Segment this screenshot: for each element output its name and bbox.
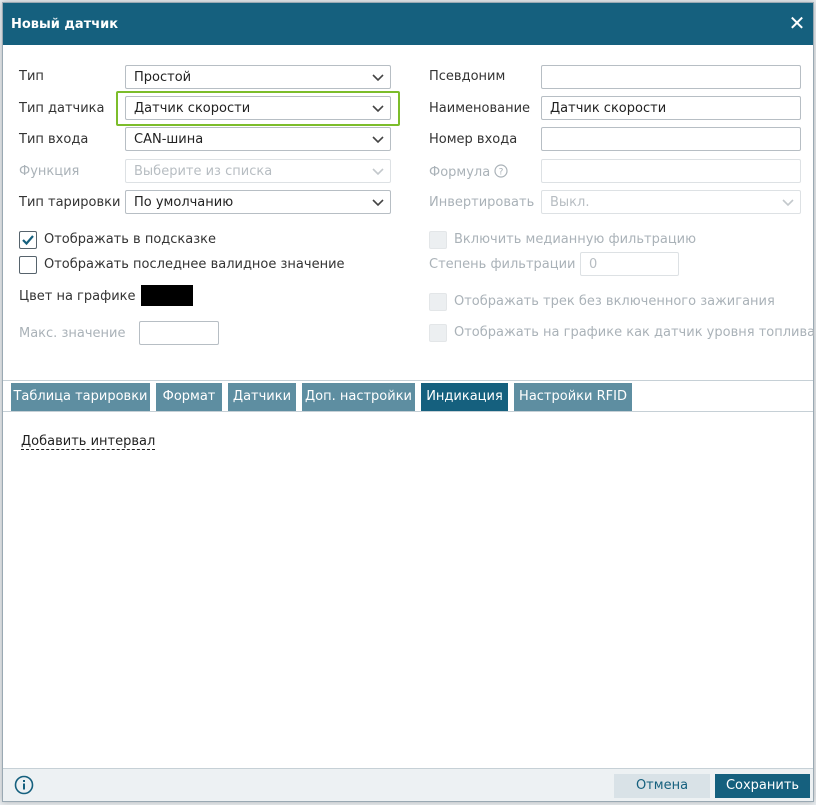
chevron-down-icon	[782, 199, 794, 207]
chevron-down-icon	[372, 168, 384, 176]
input-type-select[interactable]: CAN-шина	[125, 127, 391, 151]
show-last-valid-label: Отображать последнее валидное значение	[44, 257, 345, 272]
sensor-type-highlight	[116, 91, 400, 126]
fuel-level-graph-checkbox	[429, 324, 447, 342]
name-label: Наименование	[429, 101, 531, 116]
chevron-down-icon	[372, 199, 384, 207]
sensor-type-label: Тип датчика	[19, 101, 105, 116]
alias-label: Псевдоним	[429, 69, 506, 84]
input-number-input[interactable]	[541, 127, 801, 151]
function-label: Функция	[19, 164, 80, 179]
function-select-value: Выберите из списка	[134, 164, 273, 179]
help-icon[interactable]: ?	[494, 164, 508, 178]
name-input-value: Датчик скорости	[550, 101, 667, 116]
new-sensor-dialog: Новый датчик ✕ Тип Простой Тип датчика Д…	[2, 2, 816, 802]
tab-format[interactable]: Формат	[156, 383, 222, 411]
checkmark-icon	[22, 235, 34, 246]
alias-input[interactable]	[541, 65, 801, 89]
add-interval-link[interactable]: Добавить интервал	[21, 434, 156, 450]
dialog-footer: Отмена Сохранить	[3, 768, 813, 801]
formula-label: Формула?	[429, 164, 508, 180]
calibration-type-label: Тип тарировки	[19, 195, 121, 210]
calibration-type-select[interactable]: По умолчанию	[125, 190, 391, 214]
formula-input	[541, 159, 801, 183]
max-value-label: Макс. значение	[19, 326, 126, 341]
show-in-tooltip-checkbox[interactable]	[19, 231, 37, 249]
invert-select: Выкл.	[541, 190, 801, 214]
tab-sensors[interactable]: Датчики	[228, 383, 296, 411]
input-type-select-value: CAN-шина	[134, 132, 204, 147]
cancel-button[interactable]: Отмена	[614, 774, 710, 798]
tab-indication[interactable]: Индикация	[421, 383, 508, 411]
track-no-ignition-label: Отображать трек без включенного зажигани…	[454, 294, 775, 309]
tab-content: Добавить интервал	[3, 412, 813, 769]
filter-degree-label: Степень фильтрации	[429, 257, 576, 272]
type-select[interactable]: Простой	[125, 65, 391, 89]
svg-text:?: ?	[499, 168, 504, 178]
graph-color-swatch[interactable]	[141, 285, 193, 306]
show-last-valid-checkbox[interactable]	[19, 256, 37, 274]
chevron-down-icon	[372, 74, 384, 82]
input-type-label: Тип входа	[19, 132, 89, 147]
max-value-input[interactable]	[139, 321, 219, 345]
median-filter-checkbox	[429, 231, 447, 249]
close-icon[interactable]: ✕	[787, 13, 807, 33]
dialog-title: Новый датчик	[11, 17, 119, 32]
tab-rfid-settings[interactable]: Настройки RFID	[514, 383, 632, 411]
type-select-value: Простой	[134, 70, 192, 85]
show-in-tooltip-label: Отображать в подсказке	[44, 232, 217, 247]
graph-color-label: Цвет на графике	[19, 289, 136, 304]
chevron-down-icon	[372, 136, 384, 144]
track-no-ignition-checkbox	[429, 293, 447, 311]
dialog-titlebar: Новый датчик ✕	[3, 3, 813, 45]
type-label: Тип	[19, 69, 44, 84]
calibration-type-select-value: По умолчанию	[134, 195, 234, 210]
formula-label-text: Формула	[429, 165, 491, 180]
function-select: Выберите из списка	[125, 159, 391, 183]
invert-label: Инвертировать	[429, 195, 535, 210]
filter-degree-input: 0	[580, 252, 679, 276]
filter-degree-input-value: 0	[589, 257, 598, 272]
median-filter-label: Включить медианную фильтрацию	[454, 232, 697, 247]
info-icon[interactable]	[14, 775, 34, 795]
name-input[interactable]: Датчик скорости	[541, 96, 801, 120]
input-number-label: Номер входа	[429, 132, 518, 147]
fuel-level-graph-label: Отображать на графике как датчик уровня …	[454, 325, 816, 340]
tab-calibration-table[interactable]: Таблица тарировки	[11, 383, 150, 411]
invert-select-value: Выкл.	[550, 195, 590, 210]
tab-extra-settings[interactable]: Доп. настройки	[302, 383, 415, 411]
save-button[interactable]: Сохранить	[715, 774, 810, 798]
